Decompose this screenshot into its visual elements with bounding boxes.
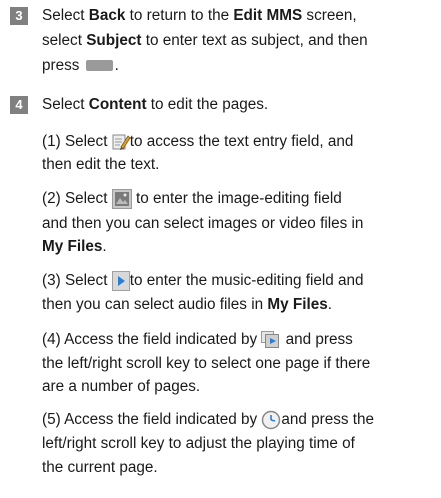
substep-2-line-2: and then you can select images or video …	[42, 215, 364, 232]
substep-4-line-3: are a number of pages.	[42, 378, 201, 395]
edit-mms-label: Edit MMS	[233, 7, 303, 24]
substep-4-line-1: (4) Access the field indicated by and pr…	[42, 330, 353, 349]
substep-4-line-2: the left/right scroll key to select one …	[42, 355, 371, 372]
substep-2-line-1: (2) Select to enter the image-editing fi…	[42, 189, 342, 209]
clock-icon	[261, 410, 281, 430]
music-icon	[111, 271, 130, 291]
text-edit-icon	[112, 133, 131, 151]
content-label: Content	[88, 96, 147, 113]
substep-1-line-2: then edit the text.	[42, 156, 160, 173]
substep-2-line-3: My Files.	[42, 238, 107, 255]
substep-3-line-2: then you can select audio files in My Fi…	[42, 296, 332, 313]
step-number-badge: 4	[10, 96, 28, 114]
step-number-badge: 3	[10, 7, 28, 25]
step-3-line-2: select Subject to enter text as subject,…	[42, 32, 368, 49]
image-icon	[111, 189, 132, 209]
substep-1-line-1: (1) Select to access the text entry fiel…	[42, 133, 354, 151]
soft-key-icon	[85, 60, 113, 72]
subject-label: Subject	[86, 32, 142, 49]
back-label: Back	[88, 7, 126, 24]
pages-icon	[261, 330, 281, 349]
step-3-line-3: press .	[42, 57, 119, 74]
substep-5-line-3: the current page.	[42, 459, 158, 476]
step-3-line-1: Select Back to return to the Edit MMS sc…	[42, 7, 357, 24]
step-4-line-1: Select Content to edit the pages.	[42, 96, 269, 113]
my-files-label: My Files	[267, 296, 328, 313]
my-files-label: My Files	[42, 238, 103, 255]
substep-5-line-2: left/right scroll key to adjust the play…	[42, 435, 355, 452]
substep-5-line-1: (5) Access the field indicated by and pr…	[42, 410, 375, 430]
substep-3-line-1: (3) Select to enter the music-editing fi…	[42, 271, 364, 291]
